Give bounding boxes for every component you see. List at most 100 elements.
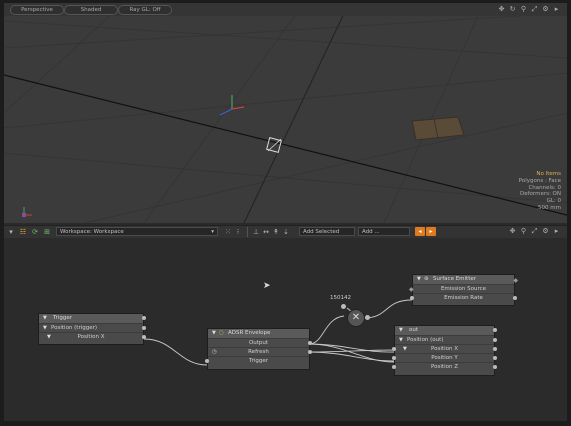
surface-row-emission-rate: Emission Rate [410,293,517,302]
surface-row-emission-source-label: Emission Source [440,286,487,292]
out-row-position-y-label: Position Y [431,355,458,361]
out-row-position-x: ▼ Position X [392,344,497,353]
value-label: 150142 [330,295,351,301]
workspace-select-label: Workspace: Workspace [60,229,124,235]
adsr-row-refresh: ◷ Refresh [208,347,312,356]
info-deformers: Deformers: ON [520,191,561,198]
add-button[interactable]: Add ... [358,227,410,236]
view-mode-pill[interactable]: Perspective [10,5,64,15]
x-axis-line [4,74,567,216]
node-status-icon: ○ [219,330,224,336]
adsr-row-output-label: Output [248,340,269,346]
grid-icon[interactable]: ⁙ [223,227,233,237]
layout-icon[interactable]: ⊞ [42,227,52,237]
node-port[interactable] [392,356,396,360]
collapse-icon[interactable]: ▼ [399,326,403,335]
node-port[interactable] [513,296,517,300]
node-port[interactable] [493,365,497,369]
app-window: Perspective Shaded Ray GL: Off ✥ ↻ ⚲ ⤢ ⚙… [4,3,567,421]
maximize-icon[interactable]: ⤢ [530,227,539,236]
move-node-icon[interactable]: ↔ [261,227,271,237]
orange-toggle-left[interactable]: ◂ [415,227,425,236]
node-port[interactable] [142,335,146,339]
info-items: No Items [536,171,561,177]
mouse-cursor-icon: ➤ [263,281,271,291]
maximize-icon[interactable]: ⤢ [530,5,539,14]
add-selected-button[interactable]: Add Selected [299,227,355,236]
zoom-icon[interactable]: ⚲ [519,5,528,14]
emitter-icon: ⊛ [424,276,429,282]
collapse-arrow-icon[interactable]: ▾ [6,227,16,237]
out-node[interactable]: ▼ out ▼ Position (out) ▼ Position X Posi… [392,325,497,376]
info-channels: Channels: 0 [528,184,561,191]
trigger-node-title: ▼ Trigger [39,314,146,323]
raygl-pill[interactable]: Ray GL: Off [118,5,172,15]
trigger-node[interactable]: ▼ Trigger ▼ Position (trigger) ▼ Positio… [38,313,146,345]
workspace-select[interactable]: Workspace: Workspace ▾ [56,227,218,236]
node-port[interactable] [308,341,312,345]
refresh-icon[interactable]: ⟳ [30,227,40,237]
value-port[interactable] [341,304,346,309]
viewport-info: No Items Polygons : Face Channels: 0 Def… [519,171,561,212]
surface-row-emission-rate-label: Emission Rate [444,295,483,301]
move-icon[interactable]: ✥ [497,5,506,14]
corner-axes-icon [22,207,32,217]
align-icon[interactable]: ⊥ [251,227,261,237]
node-port[interactable] [410,296,414,300]
diamond-port-icon[interactable]: ◆ [513,276,518,285]
surface-node-title-label: Surface Emitter [433,276,477,282]
adsr-node-title: ▼ ○ ADSR Envelope [208,329,309,338]
out-row-position-label: Position (out) [407,337,444,343]
3d-viewport[interactable]: Perspective Shaded Ray GL: Off ✥ ↻ ⚲ ⤢ ⚙… [4,3,567,223]
gear-icon[interactable]: ⚙ [541,227,550,236]
collapse-icon[interactable]: ▼ [212,329,216,338]
adsr-row-trigger: Trigger [205,356,309,365]
surface-emitter-node[interactable]: ▼ ⊛ Surface Emitter ◆ ◆ Emission Source … [409,274,518,306]
node-port[interactable] [205,359,209,363]
collapse-icon[interactable]: ▼ [43,314,47,323]
info-gl: GL: 0 [546,198,561,205]
gear-icon[interactable]: ⚙ [541,5,550,14]
trigger-row-position-x: ▼ Position X [39,332,146,342]
node-port[interactable] [392,347,396,351]
node-port[interactable] [392,365,396,369]
adsr-row-trigger-label: Trigger [249,358,268,364]
orange-toggle-right[interactable]: ▸ [426,227,436,236]
trigger-row-position-label: Position (trigger) [51,325,98,331]
arrow-right-icon[interactable]: ▸ [552,227,561,236]
surface-row-emission-source: ◆ Emission Source [409,284,514,293]
node-port[interactable] [142,326,146,330]
zoom-icon[interactable]: ⚲ [519,227,528,236]
move-icon[interactable]: ✥ [508,227,517,236]
node-port[interactable] [493,338,497,342]
collapse-icon[interactable]: ▼ [417,275,421,284]
adsr-row-refresh-label: Refresh [248,349,269,355]
schematic-icon[interactable]: ☷ [18,227,28,237]
out-node-title: ▼ out [395,326,497,335]
selected-object-icon [266,137,282,153]
out-row-position-z-label: Position Z [431,364,458,370]
viewport-header: Perspective Shaded Ray GL: Off ✥ ↻ ⚲ ⤢ ⚙… [4,3,567,16]
node-port[interactable] [308,350,312,354]
chevron-down-icon: ▾ [211,229,214,235]
arrow-right-icon[interactable]: ▸ [552,5,561,14]
pin-icon[interactable]: ↟ [271,227,281,237]
out-node-title-label: out [409,327,419,333]
rotate-icon[interactable]: ↻ [508,5,517,14]
node-port[interactable] [142,316,146,320]
node-port[interactable] [493,347,497,351]
adsr-envelope-node[interactable]: ▼ ○ ADSR Envelope Output ◷ Refresh Trigg… [205,328,312,370]
shading-mode-pill[interactable]: Shaded [64,5,118,15]
multiply-output-port[interactable] [365,315,370,320]
multiply-node-icon[interactable]: ✕ [347,309,365,327]
list-icon[interactable]: ⁝ [233,227,243,237]
trigger-row-position: ▼ Position (trigger) [39,323,146,332]
schematic-toolbar: ▾ ☷ ⟳ ⊞ Workspace: Workspace ▾ ⁙ ⁝ ⊥ ↔ ↟… [4,225,567,239]
node-port[interactable] [493,328,497,332]
surface-node-title: ▼ ⊛ Surface Emitter ◆ [413,275,518,284]
node-port[interactable] [493,356,497,360]
trigger-row-position-x-label: Position X [77,334,105,340]
download-icon[interactable]: ⇣ [281,227,291,237]
collapse-icon[interactable]: ▼ [47,333,51,342]
node-graph[interactable]: ▼ Trigger ▼ Position (trigger) ▼ Positio… [4,238,567,421]
